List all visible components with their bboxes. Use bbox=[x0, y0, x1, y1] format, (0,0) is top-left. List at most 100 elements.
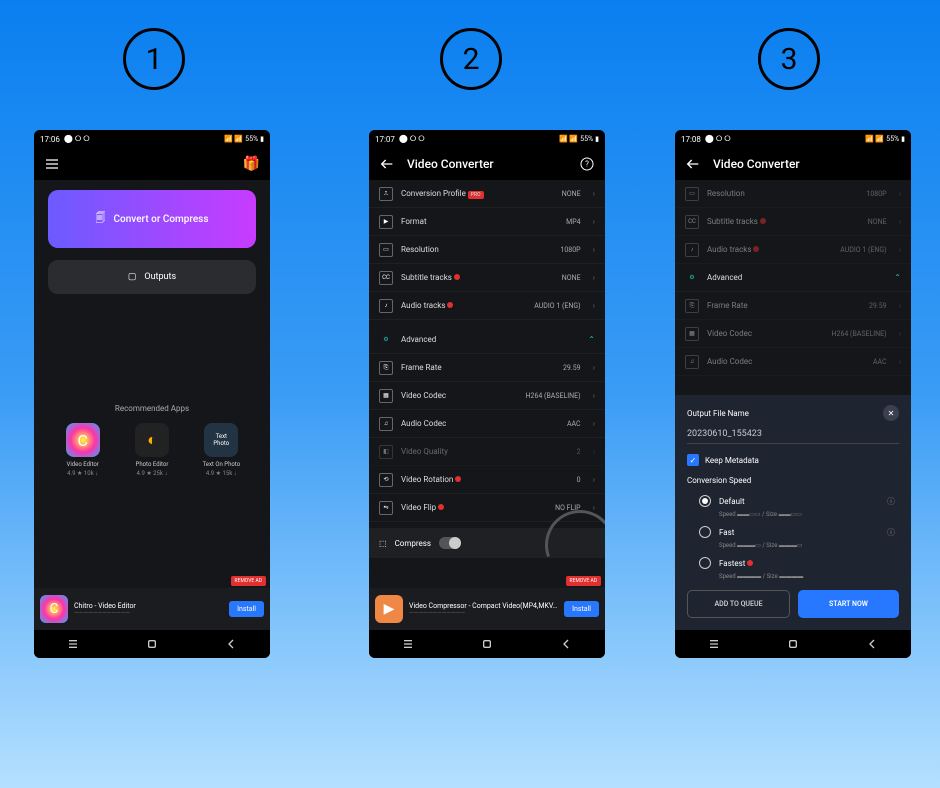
setting-conversion-profile[interactable]: ⎍ Conversion ProfilePRO NONE › bbox=[369, 180, 605, 208]
setting-label: Video Codec bbox=[707, 329, 824, 338]
back-icon[interactable] bbox=[864, 636, 880, 652]
advanced-icon: ⚙ bbox=[685, 271, 699, 285]
setting-video-rotation[interactable]: ⟲ Video Rotation 0 › bbox=[369, 466, 605, 494]
setting-label: Subtitle tracks bbox=[401, 273, 452, 282]
back-icon[interactable] bbox=[223, 636, 239, 652]
advanced-section-toggle[interactable]: ⚙ Advanced ⌃ bbox=[369, 326, 605, 354]
chevron-right-icon: › bbox=[593, 217, 595, 226]
recommended-app[interactable]: ◐ Photo Editor 4.9 ★ 25k ↓ bbox=[122, 423, 182, 477]
setting-label: Format bbox=[401, 217, 558, 226]
ad-banner[interactable]: REMOVE AD C Chitro - Video Editor ——————… bbox=[34, 588, 270, 630]
ad-title: Video Compressor - Compact Video(MP4,MKV… bbox=[409, 602, 558, 610]
info-icon[interactable]: ⓘ bbox=[887, 496, 895, 507]
basic-settings-list: ⎍ Conversion ProfilePRO NONE › ▶ Format … bbox=[369, 180, 605, 558]
recents-icon[interactable] bbox=[65, 636, 81, 652]
speed-option-default[interactable]: Default ⓘ bbox=[687, 491, 899, 511]
alert-dot-icon bbox=[438, 504, 444, 510]
setting-label: Audio tracks bbox=[401, 301, 445, 310]
app-rating: 4.9 ★ 25k ↓ bbox=[122, 470, 182, 477]
setting-value: 1080P bbox=[560, 246, 580, 254]
setting-label: Audio Codec bbox=[707, 357, 865, 366]
chevron-right-icon: › bbox=[899, 245, 901, 254]
ad-app-icon: ▶ bbox=[375, 595, 403, 623]
setting-format[interactable]: ▶ Format MP4 › bbox=[369, 208, 605, 236]
signal-icons: 📶 📶 bbox=[865, 135, 884, 143]
ad-banner[interactable]: REMOVE AD ▶ Video Compressor - Compact V… bbox=[369, 588, 605, 630]
hamburger-menu-icon[interactable] bbox=[44, 156, 60, 172]
setting-video-quality[interactable]: ◧ Video Quality 2 › bbox=[369, 438, 605, 466]
setting-label: Frame Rate bbox=[401, 363, 555, 372]
fps-icon: ⎘ bbox=[379, 361, 393, 375]
remove-ad-button[interactable]: REMOVE AD bbox=[231, 576, 266, 586]
ad-subtitle: ———————————— bbox=[409, 610, 558, 617]
cc-icon: CC bbox=[685, 215, 699, 229]
setting-subtitle-tracks[interactable]: CC Subtitle tracks NONE › bbox=[369, 264, 605, 292]
help-icon[interactable]: ? bbox=[579, 156, 595, 172]
home-icon[interactable] bbox=[785, 636, 801, 652]
setting-resolution[interactable]: ▭ Resolution 1080P › bbox=[369, 236, 605, 264]
install-button[interactable]: Install bbox=[229, 601, 264, 617]
setting-value: 2 bbox=[577, 448, 581, 456]
setting-resolution: ▭ Resolution 1080P › bbox=[675, 180, 911, 208]
advanced-label: Advanced bbox=[401, 335, 576, 344]
back-arrow-icon[interactable] bbox=[379, 156, 395, 172]
home-icon[interactable] bbox=[479, 636, 495, 652]
ad-title: Chitro - Video Editor bbox=[74, 602, 223, 610]
quality-icon: ◧ bbox=[379, 445, 393, 459]
recents-icon[interactable] bbox=[400, 636, 416, 652]
setting-frame-rate[interactable]: ⎘ Frame Rate 29.59 › bbox=[369, 354, 605, 382]
flip-icon: ⇋ bbox=[379, 501, 393, 515]
gift-icon[interactable]: 🎁 bbox=[243, 156, 260, 172]
vcodec-icon: ▦ bbox=[685, 327, 699, 341]
setting-video-codec[interactable]: ▦ Video Codec H264 (BASELINE) › bbox=[369, 382, 605, 410]
chevron-right-icon: › bbox=[593, 273, 595, 282]
setting-label: Conversion Profile bbox=[401, 189, 466, 198]
compress-toggle[interactable] bbox=[439, 537, 461, 549]
recommended-app[interactable]: TextPhoto Text On Photo 4.9 ★ 15k ↓ bbox=[191, 423, 251, 477]
chevron-right-icon: › bbox=[899, 357, 901, 366]
filename-input[interactable]: 20230610_155423 bbox=[687, 429, 899, 444]
recommended-app[interactable]: C Video Editor 4.9 ★ 10k ↓ bbox=[53, 423, 113, 477]
speed-option-fastest[interactable]: Fastest bbox=[687, 553, 899, 573]
add-to-queue-button[interactable]: ADD TO QUEUE bbox=[687, 590, 790, 618]
phone-screenshot-1: 17:06 ⬤ ⭘ ⭘ 📶 📶 55% ▮ 🎁 🗐 Convert or Com… bbox=[34, 130, 270, 658]
setting-audio-tracks[interactable]: ♪ Audio tracks AUDIO 1 (ENG) › bbox=[369, 292, 605, 320]
setting-label: Audio Codec bbox=[401, 419, 559, 428]
info-icon[interactable]: ⓘ bbox=[887, 527, 895, 538]
android-nav-bar bbox=[675, 630, 911, 658]
setting-label: Resolution bbox=[401, 245, 552, 254]
advanced-label: Advanced bbox=[707, 273, 882, 282]
keep-metadata-checkbox[interactable]: ✓ Keep Metadata bbox=[687, 454, 899, 466]
speed-option-fast[interactable]: Fast ⓘ bbox=[687, 522, 899, 542]
radio-checked-icon bbox=[699, 495, 711, 507]
remove-ad-button[interactable]: REMOVE AD bbox=[566, 576, 601, 586]
advanced-icon: ⚙ bbox=[379, 333, 393, 347]
status-battery: 55% bbox=[580, 135, 593, 143]
battery-icon: ▮ bbox=[901, 135, 905, 143]
chevron-right-icon: › bbox=[593, 447, 595, 456]
app-name: Video Editor bbox=[53, 461, 113, 468]
setting-label: Video Flip bbox=[401, 503, 436, 512]
convert-compress-button[interactable]: 🗐 Convert or Compress bbox=[48, 190, 256, 248]
outputs-button[interactable]: ▢ Outputs bbox=[48, 260, 256, 294]
setting-label: Audio tracks bbox=[707, 245, 751, 254]
keep-metadata-label: Keep Metadata bbox=[705, 456, 759, 465]
start-now-button[interactable]: START NOW bbox=[798, 590, 899, 618]
status-time: 17:06 bbox=[40, 135, 60, 144]
home-icon[interactable] bbox=[144, 636, 160, 652]
alert-dot-icon bbox=[753, 246, 759, 252]
chevron-right-icon: › bbox=[899, 329, 901, 338]
audio-icon: ♪ bbox=[685, 243, 699, 257]
status-battery: 55% bbox=[245, 135, 258, 143]
install-button[interactable]: Install bbox=[564, 601, 599, 617]
setting-label: Resolution bbox=[707, 189, 858, 198]
notification-icons: ⬤ ⭘ ⭘ bbox=[64, 134, 90, 144]
setting-audio-codec[interactable]: ♫ Audio Codec AAC › bbox=[369, 410, 605, 438]
back-arrow-icon[interactable] bbox=[685, 156, 701, 172]
android-nav-bar bbox=[34, 630, 270, 658]
close-panel-button[interactable]: ✕ bbox=[883, 405, 899, 421]
status-bar: 17:07 ⬤ ⭘ ⭘ 📶 📶 55% ▮ bbox=[369, 130, 605, 148]
recents-icon[interactable] bbox=[706, 636, 722, 652]
setting-value: MP4 bbox=[566, 218, 580, 226]
back-icon[interactable] bbox=[558, 636, 574, 652]
